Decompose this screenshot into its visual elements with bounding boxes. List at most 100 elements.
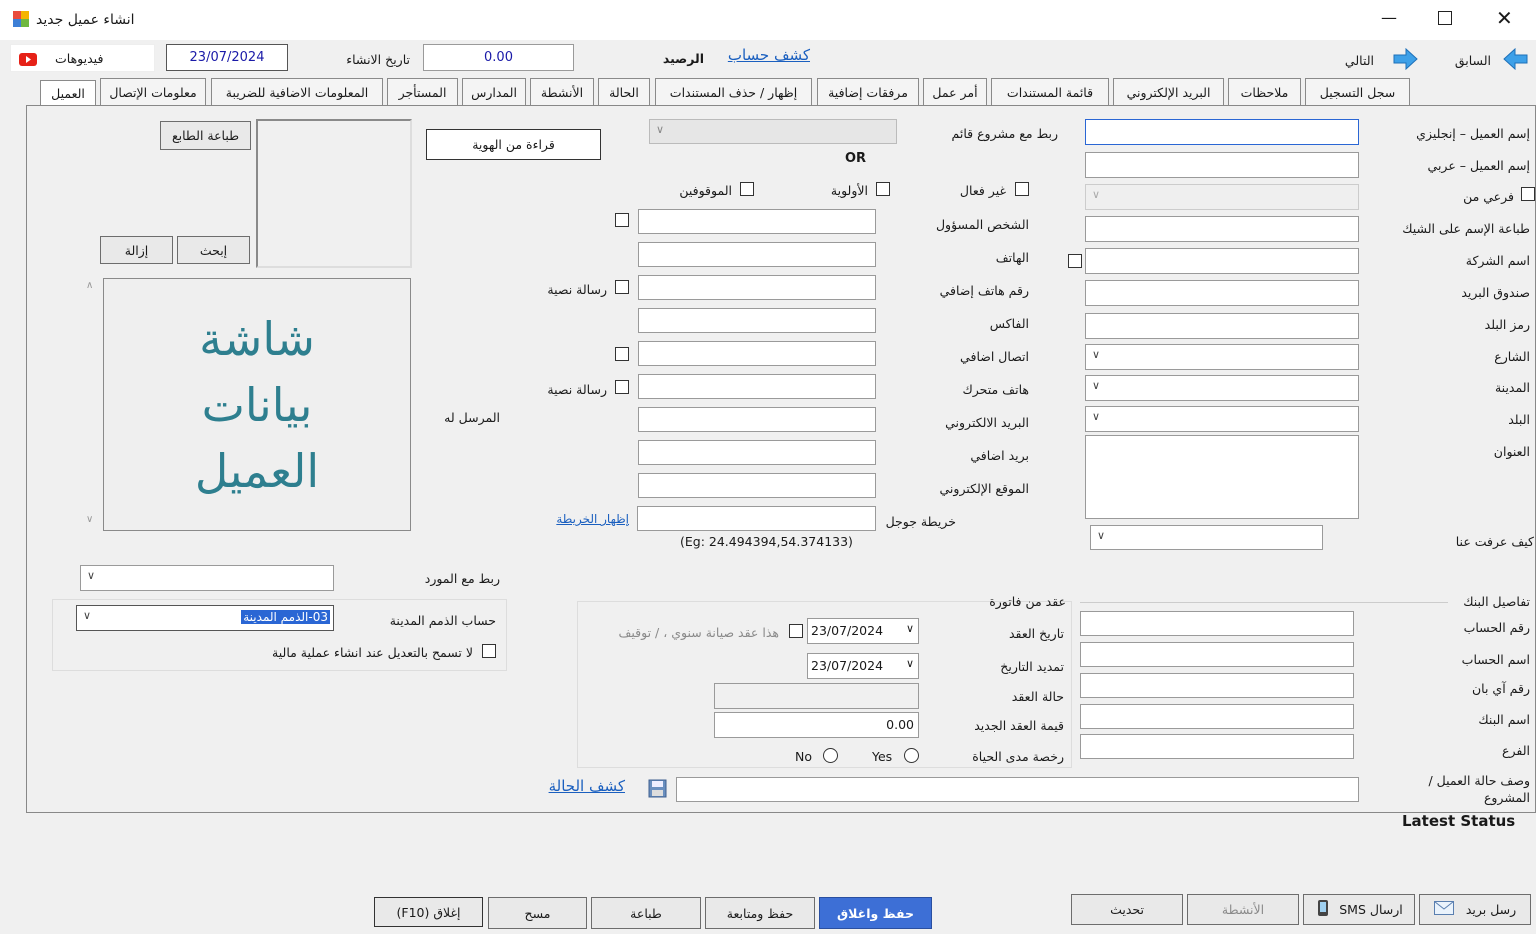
fax-input[interactable] <box>638 308 876 333</box>
link-project-dropdown[interactable]: ∨ <box>649 119 897 144</box>
label-branch: الفرع <box>1502 743 1530 758</box>
branch-input[interactable] <box>1080 734 1354 759</box>
tab-show-delete-docs[interactable]: إظهار / حذف المستندات <box>655 78 812 106</box>
tab-registration-log[interactable]: سجل التسجيل <box>1305 78 1410 106</box>
tab-contact-info[interactable]: معلومات الإتصال <box>100 78 206 106</box>
save-follow-button[interactable]: حفظ ومتابعة <box>705 897 815 929</box>
email-input[interactable] <box>638 407 876 432</box>
no-radio[interactable] <box>823 748 838 763</box>
show-map-link[interactable]: إظهار الخريطة <box>556 512 629 526</box>
tab-email[interactable]: البريد الإلكتروني <box>1113 78 1224 106</box>
website-input[interactable] <box>638 473 876 498</box>
search-button[interactable]: إبحث <box>177 236 250 264</box>
label-phone: الهاتف <box>995 250 1029 265</box>
extra-phone-input[interactable] <box>638 275 876 300</box>
latest-status-label: Latest Status <box>1402 812 1516 830</box>
creation-date-field[interactable]: 23/07/2024 <box>166 44 288 71</box>
extend-date-picker[interactable]: 23/07/2024 ∨ <box>807 653 919 679</box>
previous-arrow-icon[interactable] <box>1503 47 1529 73</box>
sms2-checkbox[interactable] <box>615 380 629 394</box>
scroll-down-icon[interactable]: ∨ <box>86 514 93 525</box>
print-button[interactable]: طباعة <box>591 897 701 929</box>
tab-tax-info[interactable]: المعلومات الاضافية للضريبة <box>211 78 383 106</box>
inactive-checkbox[interactable] <box>1015 182 1029 196</box>
tab-activities[interactable]: الأنشطة <box>530 78 594 106</box>
print-name-cheque-input[interactable] <box>1085 216 1359 242</box>
label-country: البلد <box>1508 412 1530 427</box>
scrollbar[interactable]: ∧ ∨ <box>84 280 98 530</box>
next-label[interactable]: التالي <box>1345 53 1374 68</box>
update-button[interactable]: تحديث <box>1071 894 1183 925</box>
country-dropdown[interactable]: ∨ <box>1085 406 1359 432</box>
address-textarea[interactable] <box>1085 435 1359 519</box>
status-link[interactable]: كشف الحالة <box>549 777 625 795</box>
save-disk-icon[interactable] <box>648 779 667 801</box>
extra-contact-checkbox[interactable] <box>615 347 629 361</box>
branch-of-checkbox[interactable] <box>1521 187 1535 201</box>
new-contract-value-input[interactable]: 0.00 <box>714 712 919 738</box>
extra-email-input[interactable] <box>638 440 876 465</box>
priority-checkbox[interactable] <box>876 182 890 196</box>
google-map-input[interactable] <box>637 506 876 531</box>
send-mail-button[interactable]: رسل بريد <box>1419 894 1531 925</box>
extra-contact-input[interactable] <box>638 341 876 366</box>
minimize-icon[interactable]: — <box>1381 8 1397 27</box>
description-input[interactable] <box>676 777 1359 802</box>
name-ar-input[interactable] <box>1085 152 1359 178</box>
label-sent-to: المرسل له <box>444 410 500 425</box>
label-sms1: رسالة نصية <box>547 282 607 297</box>
label-account-name: اسم الحساب <box>1461 652 1530 667</box>
videos-box[interactable]: فيديوهات <box>10 44 155 72</box>
no-edit-checkbox[interactable] <box>482 644 496 658</box>
street-dropdown[interactable]: ∨ <box>1085 344 1359 370</box>
branch-of-dropdown: ∨ <box>1085 184 1359 210</box>
responsible-checkbox[interactable] <box>615 213 629 227</box>
tab-work-order[interactable]: أمر عمل <box>923 78 987 106</box>
receivables-dropdown[interactable]: ∨ 03-الذمم المدينة <box>76 605 334 631</box>
tab-tenant[interactable]: المستأجر <box>387 78 458 106</box>
remove-button[interactable]: إزالة <box>100 236 173 264</box>
bank-name-input[interactable] <box>1080 704 1354 729</box>
print-stamp-button[interactable]: طباعة الطابع <box>160 121 251 150</box>
name-en-input[interactable] <box>1085 119 1359 145</box>
scroll-up-icon[interactable]: ∧ <box>86 280 93 291</box>
save-close-button[interactable]: حفظ واغلاق <box>819 897 932 929</box>
activities-button[interactable]: الأنشطة <box>1187 894 1299 925</box>
previous-label[interactable]: السابق <box>1455 53 1491 68</box>
sms1-checkbox[interactable] <box>615 280 629 294</box>
chevron-down-icon: ∨ <box>1092 410 1101 423</box>
tab-notes[interactable]: ملاحظات <box>1228 78 1301 106</box>
suspended-checkbox[interactable] <box>740 182 754 196</box>
youtube-icon <box>19 53 37 66</box>
send-sms-button[interactable]: ارسال SMS <box>1303 894 1415 925</box>
tab-customer[interactable]: العميل <box>40 80 96 106</box>
account-no-input[interactable] <box>1080 611 1354 636</box>
tab-status[interactable]: الحالة <box>598 78 650 106</box>
close-f10-button[interactable]: إغلاق (F10) <box>374 897 483 927</box>
yes-radio[interactable] <box>904 748 919 763</box>
account-name-input[interactable] <box>1080 642 1354 667</box>
maximize-icon[interactable] <box>1438 11 1452 25</box>
company-checkbox[interactable] <box>1068 254 1082 268</box>
tab-documents-list[interactable]: قائمة المستندات <box>991 78 1109 106</box>
account-statement-link[interactable]: كشف حساب <box>728 46 810 64</box>
po-box-input[interactable] <box>1085 280 1359 306</box>
next-arrow-icon[interactable] <box>1392 47 1418 73</box>
city-dropdown[interactable]: ∨ <box>1085 375 1359 401</box>
chevron-down-icon: ∨ <box>1092 379 1101 392</box>
how-know-us-dropdown[interactable]: ∨ <box>1090 525 1323 550</box>
phone-input[interactable] <box>638 242 876 267</box>
responsible-input[interactable] <box>638 209 876 234</box>
contract-date-picker[interactable]: 23/07/2024 ∨ <box>807 618 919 644</box>
company-name-input[interactable] <box>1085 248 1359 274</box>
iban-input[interactable] <box>1080 673 1354 698</box>
clear-button[interactable]: مسح <box>488 897 587 929</box>
link-supplier-dropdown[interactable]: ∨ <box>80 565 334 591</box>
read-id-button[interactable]: قراءة من الهوية <box>426 129 601 160</box>
country-code-input[interactable] <box>1085 313 1359 339</box>
annual-maintenance-checkbox[interactable] <box>789 624 803 638</box>
close-icon[interactable]: ✕ <box>1496 6 1513 30</box>
mobile-input[interactable] <box>638 374 876 399</box>
tab-extra-attachments[interactable]: مرفقات إضافية <box>817 78 919 106</box>
tab-schools[interactable]: المدارس <box>462 78 526 106</box>
